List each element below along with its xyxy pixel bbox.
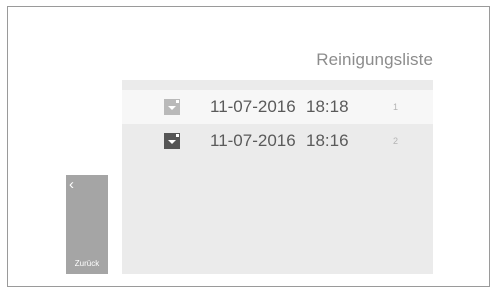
row-index: 1 — [393, 102, 399, 112]
row-index: 2 — [393, 136, 399, 146]
row-date: 11-07-2016 — [210, 97, 296, 116]
cleaning-list: 11-07-2016 18:18 1 11-07-2016 18:16 2 — [122, 80, 433, 274]
list-item[interactable]: 11-07-2016 18:16 2 — [122, 124, 433, 158]
page-title: Reinigungsliste — [316, 50, 433, 69]
back-button[interactable]: ‹ Zurück — [66, 175, 108, 274]
cleaning-record-icon — [164, 99, 180, 115]
list-item[interactable]: 11-07-2016 18:18 1 — [122, 90, 433, 124]
row-time: 18:16 — [306, 131, 349, 150]
cleaning-record-icon — [164, 133, 180, 149]
chevron-left-icon: ‹ — [69, 176, 74, 193]
row-time: 18:18 — [306, 97, 349, 116]
row-date: 11-07-2016 — [210, 131, 296, 150]
back-button-label: Zurück — [74, 259, 100, 268]
